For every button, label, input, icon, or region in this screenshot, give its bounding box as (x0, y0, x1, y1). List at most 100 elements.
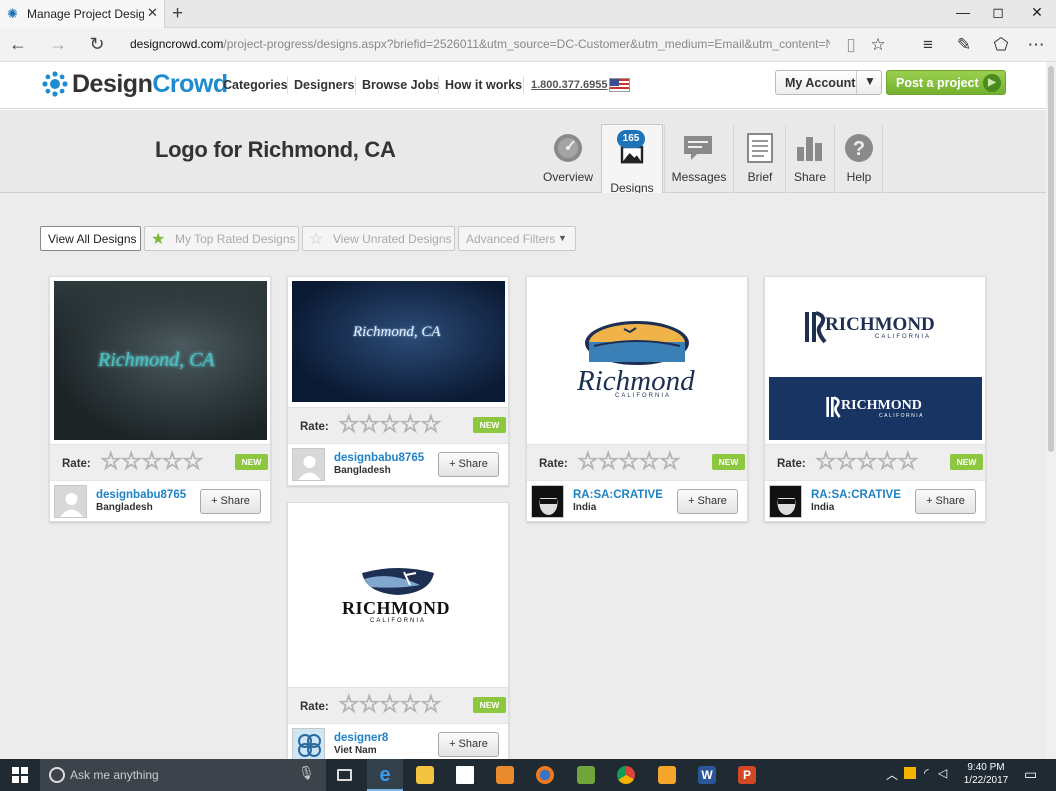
share-bar-chart-icon (797, 137, 822, 161)
task-view-icon[interactable] (327, 759, 363, 791)
hub-icon[interactable]: ≡ (917, 35, 939, 55)
nav-how-it-works[interactable]: How it works (445, 78, 522, 92)
heron-wave-emblem-icon (362, 568, 434, 595)
reading-view-icon[interactable]: ▯ (840, 35, 862, 55)
volume-icon[interactable]: ◁ (938, 766, 947, 780)
address-bar-row: ← → ↻ designcrowd.com/project-progress/d… (0, 28, 1056, 62)
tab-overview[interactable]: Overview (538, 125, 598, 193)
cortana-search-box[interactable]: Ask me anything 🎙 (40, 759, 326, 791)
nav-divider (355, 76, 356, 94)
outlook-icon[interactable] (649, 759, 685, 791)
design-thumbnail[interactable]: Richmond, CA (292, 281, 505, 402)
nav-designers[interactable]: Designers (294, 78, 354, 92)
maximize-button[interactable]: ◻ (983, 4, 1013, 21)
advanced-filters-dropdown[interactable]: Advanced Filters ▼ (458, 226, 576, 251)
river-r-emblem-icon (826, 396, 841, 418)
media-player-icon[interactable] (487, 759, 523, 791)
rate-label: Rate: (62, 458, 91, 470)
taskbar-clock[interactable]: 9:40 PM 1/22/2017 (956, 761, 1016, 787)
nav-browse-jobs[interactable]: Browse Jobs (362, 78, 440, 92)
design-thumbnail[interactable]: Richmond CALIFORNIA (527, 277, 747, 444)
designcrowd-logo[interactable]: DesignCrowd (72, 70, 228, 99)
powerpoint-icon[interactable]: P (729, 759, 765, 791)
designs-picture-icon (620, 145, 644, 164)
my-account-dropdown[interactable]: My Account ▼ (775, 70, 882, 95)
minimize-button[interactable]: — (948, 4, 978, 20)
designer-name-link[interactable]: RA:SA:CRATIVE (811, 489, 901, 501)
windows-start-icon[interactable] (12, 767, 28, 783)
design-thumbnail[interactable]: Richmond, CA (54, 281, 267, 440)
tab-close-icon[interactable]: ✕ (147, 5, 158, 21)
avatar-photo[interactable] (531, 485, 564, 518)
microphone-icon[interactable]: 🎙 (298, 765, 315, 781)
nav-categories[interactable]: Categories (223, 78, 288, 92)
logo-wordmark: RICHMOND (342, 598, 450, 618)
share-button[interactable]: + Share (915, 489, 976, 514)
rating-stars[interactable]: ☆☆☆☆☆ (577, 449, 682, 474)
rating-stars[interactable]: ☆☆☆☆☆ (338, 412, 443, 437)
file-explorer-icon[interactable] (407, 759, 443, 791)
tab-help[interactable]: ? Help (836, 125, 882, 193)
design-card[interactable]: Richmond, CA Rate: ☆☆☆☆☆ NEW designbabu8… (49, 276, 271, 522)
close-window-button[interactable]: ✕ (1022, 4, 1052, 21)
avatar-placeholder-icon[interactable] (292, 448, 325, 481)
design-card[interactable]: RICHMOND CALIFORNIA Rate: ☆☆☆☆☆ NEW desi… (287, 502, 509, 761)
rating-stars[interactable]: ☆☆☆☆☆ (338, 692, 443, 717)
advanced-filters-label: Advanced Filters (466, 232, 556, 246)
wifi-icon[interactable]: ◜ (924, 766, 929, 780)
store-icon[interactable] (447, 759, 483, 791)
project-title: Logo for Richmond, CA (155, 137, 396, 162)
new-badge: NEW (473, 697, 506, 713)
design-card[interactable]: Richmond CALIFORNIA Rate: ☆☆☆☆☆ NEW RA:S… (526, 276, 748, 522)
rating-stars[interactable]: ☆☆☆☆☆ (100, 449, 205, 474)
new-tab-button[interactable]: + (172, 3, 183, 25)
share-button[interactable]: + Share (438, 452, 499, 477)
rating-row: Rate: ☆☆☆☆☆ NEW (288, 687, 508, 723)
designer-name-link[interactable]: designer8 (334, 732, 388, 744)
more-icon[interactable]: ⋯ (1025, 35, 1047, 55)
tab-brief[interactable]: Brief (735, 125, 785, 193)
browser-tab[interactable]: ✺ Manage Project Design ✕ (0, 0, 165, 28)
app-green-icon[interactable] (568, 759, 604, 791)
avatar-photo[interactable] (769, 485, 802, 518)
back-arrow-icon[interactable]: ← (6, 34, 30, 55)
phone-number-link[interactable]: 1.800.377.6955 (531, 79, 607, 91)
tray-app-icon[interactable] (904, 767, 916, 779)
chevron-up-icon[interactable]: ︿ (886, 766, 898, 783)
tab-messages[interactable]: Messages (668, 125, 730, 193)
forward-arrow-icon[interactable]: → (46, 34, 70, 55)
share-button[interactable]: + Share (200, 489, 261, 514)
rating-stars[interactable]: ☆☆☆☆☆ (815, 449, 920, 474)
designer-name-link[interactable]: RA:SA:CRATIVE (573, 489, 663, 501)
url-field[interactable]: designcrowd.com/project-progress/designs… (130, 37, 830, 51)
design-card[interactable]: Richmond, CA Rate: ☆☆☆☆☆ NEW designbabu8… (287, 276, 509, 486)
word-icon[interactable]: W (689, 759, 725, 791)
avatar-placeholder-icon[interactable] (54, 485, 87, 518)
refresh-icon[interactable]: ↻ (85, 34, 109, 55)
design-thumbnail[interactable]: RICHMOND CALIFORNIA RICHMOND CALIFORNIA (765, 277, 985, 444)
firefox-icon[interactable] (527, 759, 563, 791)
wall-shading (54, 281, 267, 341)
scrollbar-thumb[interactable] (1048, 66, 1054, 452)
arrow-right-icon: ▶ (983, 74, 1001, 92)
chrome-icon[interactable] (608, 759, 644, 791)
edge-browser-icon[interactable]: e (367, 759, 403, 791)
unrated-designs-button[interactable]: ☆ View Unrated Designs (302, 226, 455, 251)
web-note-icon[interactable]: ✎ (953, 35, 975, 55)
share-button[interactable]: + Share (677, 489, 738, 514)
share-button[interactable]: + Share (438, 732, 499, 757)
logo-subtitle: CALIFORNIA (615, 393, 672, 399)
share-icon[interactable]: ⬠ (990, 35, 1012, 55)
favorite-star-icon[interactable]: ☆ (867, 35, 889, 55)
designer-name-link[interactable]: designbabu8765 (334, 452, 424, 464)
tab-share[interactable]: Share (787, 125, 833, 193)
new-badge: NEW (950, 454, 983, 470)
designer-name-link[interactable]: designbabu8765 (96, 489, 186, 501)
design-card[interactable]: RICHMOND CALIFORNIA RICHMOND CALIFORNIA … (764, 276, 986, 522)
post-project-button[interactable]: Post a project ▶ (886, 70, 1006, 95)
notifications-icon[interactable]: ▭ (1024, 766, 1037, 783)
view-all-designs-button[interactable]: View All Designs (40, 226, 141, 251)
top-rated-designs-button[interactable]: ★ My Top Rated Designs (144, 226, 299, 251)
avatar-knot-icon[interactable] (292, 728, 325, 761)
design-thumbnail[interactable]: RICHMOND CALIFORNIA (288, 503, 508, 687)
